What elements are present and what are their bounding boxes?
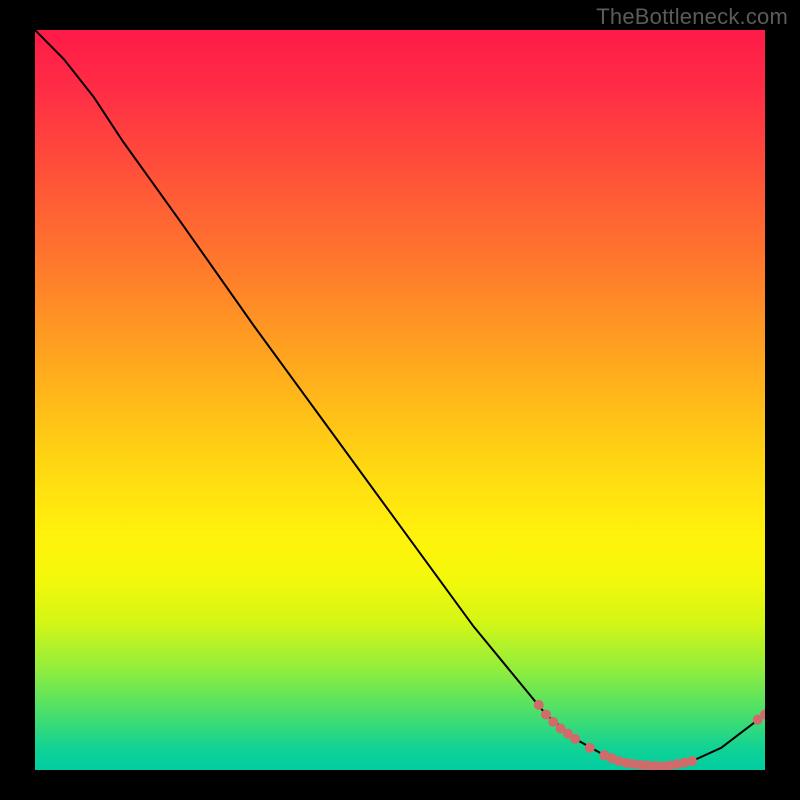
chart-svg <box>35 30 765 770</box>
chart-frame: TheBottleneck.com <box>0 0 800 800</box>
marker-group <box>534 700 765 770</box>
data-marker <box>541 710 551 720</box>
plot-area <box>35 30 765 770</box>
data-marker <box>687 756 697 766</box>
bottleneck-curve <box>35 30 765 766</box>
data-marker <box>570 734 580 744</box>
watermark-label: TheBottleneck.com <box>596 4 788 30</box>
data-marker <box>534 700 544 710</box>
data-marker <box>585 743 595 753</box>
